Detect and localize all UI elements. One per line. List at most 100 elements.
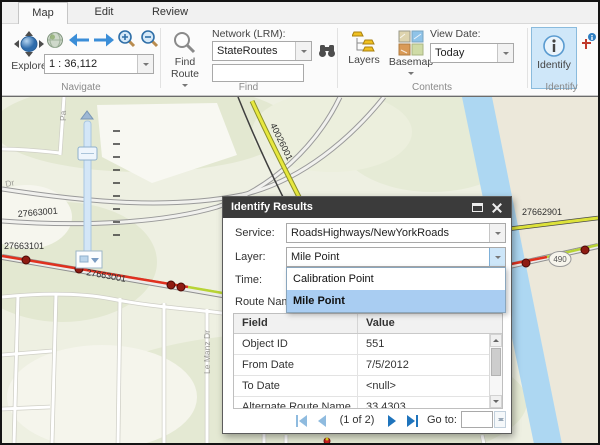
- dropdown-option-calibration-point[interactable]: Calibration Point: [287, 268, 505, 290]
- service-label: Service:: [235, 227, 275, 239]
- layer-dropdown-list: Calibration Point Mile Point: [286, 267, 506, 313]
- mile-point-marker[interactable]: [167, 281, 175, 289]
- explore-label: Explore: [11, 60, 47, 72]
- chevron-up-icon: [493, 336, 499, 342]
- maximize-icon[interactable]: [472, 203, 483, 212]
- tab-review[interactable]: Review: [142, 2, 198, 24]
- table-cell-field: Alternate Route Name: [234, 397, 357, 409]
- scroll-down-button[interactable]: [490, 395, 502, 408]
- goto-page-input[interactable]: [461, 411, 493, 428]
- tab-map[interactable]: Map: [18, 2, 68, 24]
- service-combobox[interactable]: RoadsHighways/NewYorkRoads: [286, 223, 506, 243]
- goto-label: Go to:: [427, 414, 457, 426]
- close-icon[interactable]: [491, 202, 502, 213]
- find-route-icon: [172, 30, 198, 56]
- table-cell-value: 551: [357, 334, 502, 354]
- layers-label: Layers: [348, 54, 380, 66]
- view-date-label: View Date:: [430, 28, 481, 40]
- view-date-combobox[interactable]: Today: [430, 43, 514, 63]
- network-lrm-dropdown-button[interactable]: [295, 42, 311, 60]
- layers-icon: [352, 30, 376, 54]
- table-row: From Date 7/5/2012: [234, 355, 502, 376]
- table-header-value: Value: [357, 314, 502, 333]
- globe-icon: [46, 31, 64, 49]
- mile-point-marker[interactable]: [522, 259, 530, 267]
- table-cell-field: Object ID: [234, 334, 357, 354]
- service-value: RoadsHighways/NewYorkRoads: [291, 224, 488, 242]
- explore-icon: [13, 30, 45, 60]
- dialog-titlebar[interactable]: Identify Results: [223, 197, 511, 218]
- zoom-slider-combobox-glyph: [80, 256, 88, 262]
- tab-edit-label: Edit: [95, 6, 114, 18]
- table-header-field: Field: [234, 314, 357, 333]
- chevron-down-icon: [493, 400, 499, 406]
- group-divider: [337, 28, 338, 88]
- forward-arrow-icon: [93, 32, 115, 48]
- route-label: 27663101: [4, 241, 44, 251]
- mile-point-marker[interactable]: [581, 246, 589, 254]
- identify-route-location-button[interactable]: [580, 33, 597, 55]
- table-row: Object ID 551: [234, 334, 502, 355]
- mile-point-marker[interactable]: [22, 256, 30, 264]
- route-input[interactable]: [212, 64, 304, 82]
- identify-button[interactable]: Identify: [531, 27, 577, 89]
- network-lrm-label: Network (LRM):: [212, 28, 286, 40]
- layer-combobox[interactable]: Mile Point: [286, 247, 506, 267]
- zoom-out-button[interactable]: [140, 29, 160, 54]
- layers-button[interactable]: Layers: [343, 30, 385, 86]
- map-scale-combobox[interactable]: 1 : 36,112: [44, 54, 154, 74]
- chevron-down-icon: [143, 63, 149, 69]
- last-page-button[interactable]: [405, 414, 419, 428]
- view-date-value: Today: [435, 44, 496, 62]
- group-divider: [527, 28, 528, 88]
- group-divider: [160, 28, 161, 88]
- scrollbar-thumb[interactable]: [491, 348, 501, 376]
- dropdown-option-mile-point[interactable]: Mile Point: [287, 290, 505, 312]
- zoom-out-icon: [140, 29, 160, 49]
- chevron-down-icon: [495, 256, 501, 262]
- zoom-in-button[interactable]: [117, 29, 137, 54]
- contents-group-label: Contents: [337, 82, 527, 93]
- mile-point-marker[interactable]: [177, 283, 185, 291]
- first-page-button[interactable]: [295, 414, 309, 428]
- next-extent-button[interactable]: [93, 32, 115, 53]
- find-group-label: Find: [160, 82, 337, 93]
- tab-map-label: Map: [32, 7, 53, 19]
- network-lrm-value: StateRoutes: [217, 42, 294, 60]
- next-page-button[interactable]: [385, 414, 399, 428]
- layer-dropdown-button[interactable]: [489, 248, 505, 266]
- basemap-button[interactable]: Basemap: [388, 30, 434, 90]
- identify-label: Identify: [537, 59, 571, 71]
- network-lrm-combobox[interactable]: StateRoutes: [212, 41, 312, 61]
- scroll-up-button[interactable]: [490, 334, 502, 347]
- previous-extent-button[interactable]: [68, 32, 90, 53]
- table-cell-field: To Date: [234, 376, 357, 396]
- table-cell-value: 7/5/2012: [357, 355, 502, 375]
- table-cell-value: <null>: [357, 376, 502, 396]
- search-routes-button[interactable]: [318, 42, 336, 65]
- table-row: To Date <null>: [234, 376, 502, 397]
- zoom-slider-track[interactable]: [84, 121, 91, 259]
- chevron-down-icon: [408, 72, 414, 78]
- route-label: 27662901: [522, 207, 562, 217]
- attributes-table: Field Value Object ID 551 From Date 7/5/…: [233, 313, 503, 409]
- map-scale-dropdown-button[interactable]: [137, 55, 153, 73]
- table-cell-value: 33 4303: [357, 397, 502, 409]
- table-row: Alternate Route Name 33 4303: [234, 397, 502, 409]
- table-header-row: Field Value: [234, 314, 502, 334]
- map-scale-value: 1 : 36,112: [49, 55, 136, 73]
- previous-page-button[interactable]: [315, 414, 329, 428]
- identify-icon: [541, 33, 567, 59]
- find-route-label-line1: Find: [175, 56, 195, 68]
- goto-spinner[interactable]: [494, 411, 506, 428]
- find-route-label-line2: Route: [171, 68, 199, 80]
- chevron-down-icon: [503, 52, 509, 58]
- basemap-icon: [398, 30, 424, 56]
- street-label: Pa: [58, 110, 68, 121]
- full-extent-button[interactable]: [46, 31, 64, 54]
- view-date-dropdown-button[interactable]: [497, 44, 513, 62]
- table-scrollbar[interactable]: [489, 334, 502, 408]
- service-dropdown-button[interactable]: [489, 224, 505, 242]
- map-point-feature-dot: [326, 438, 329, 441]
- tab-edit[interactable]: Edit: [82, 2, 126, 24]
